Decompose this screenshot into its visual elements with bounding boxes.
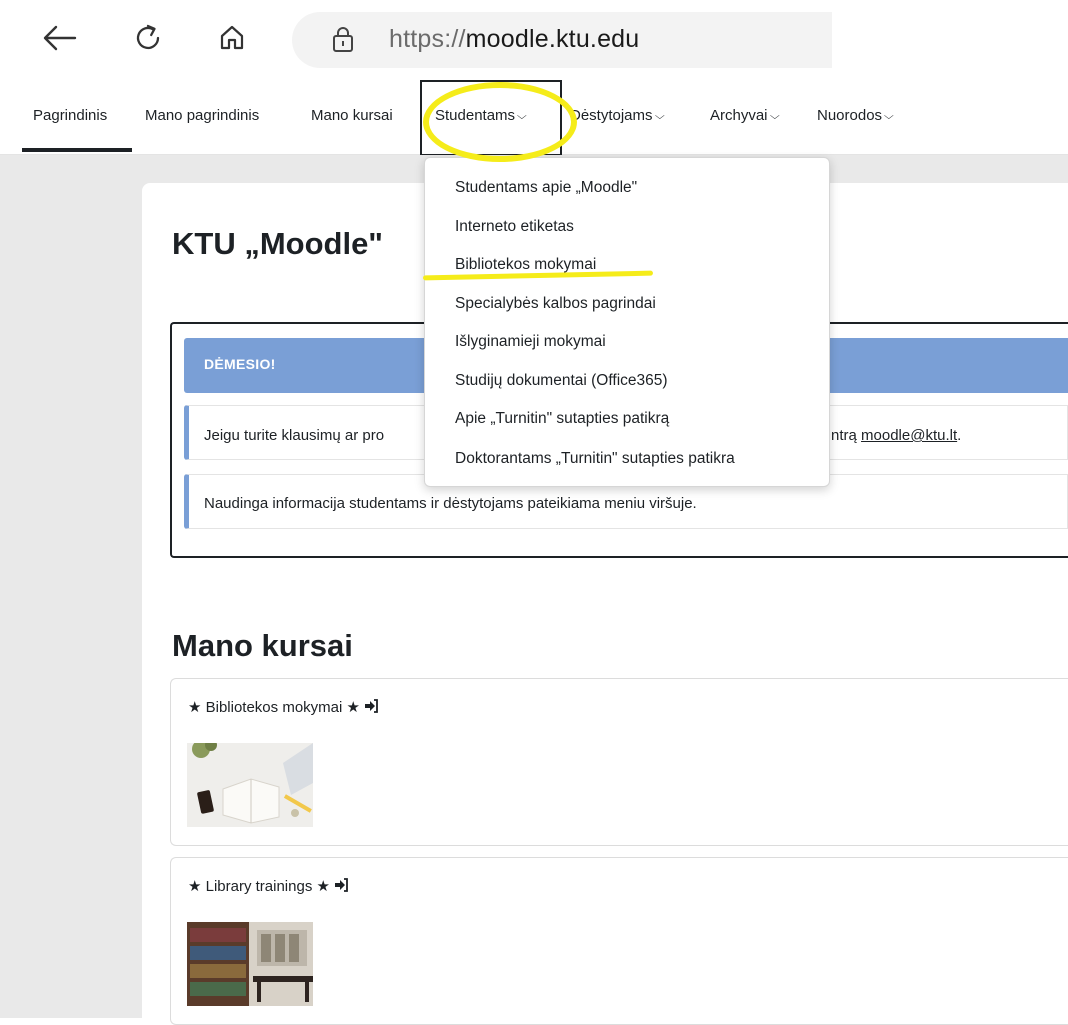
nav-item-label: Studentams xyxy=(435,107,516,124)
home-icon xyxy=(220,25,244,50)
enrol-icon[interactable] xyxy=(334,878,349,895)
dropdown-item-islyginamieji-mokymai[interactable]: Išlyginamieji mokymai xyxy=(455,332,606,352)
courses-heading: Mano kursai xyxy=(172,628,353,663)
lock-icon xyxy=(333,27,353,52)
chevron-down-icon: ⌵ xyxy=(883,111,894,122)
url-protocol: https:// xyxy=(389,25,466,53)
dropdown-item-specialybes-kalbos-pagrindai[interactable]: Specialybės kalbos pagrindai xyxy=(455,294,656,314)
reload-button[interactable] xyxy=(128,18,168,58)
email-link[interactable]: moodle@ktu.lt xyxy=(861,427,957,444)
dropdown-item-bibliotekos-mokymai[interactable]: Bibliotekos mokymai xyxy=(455,255,596,275)
course-title: ★ Library trainings ★ xyxy=(188,878,330,895)
notice-message-text: Naudinga informacija studentams ir dėsty… xyxy=(204,495,697,512)
url-host: moodle.ktu.edu xyxy=(465,25,640,53)
nav-item-label: Mano pagrindinis xyxy=(145,107,260,124)
browser-toolbar: https://moodle.ktu.edu xyxy=(0,0,832,72)
course-title: ★ Bibliotekos mokymai ★ xyxy=(188,699,360,716)
nav-item-label: Pagrindinis xyxy=(33,107,108,124)
address-bar[interactable]: https://moodle.ktu.edu xyxy=(292,12,832,68)
reload-icon xyxy=(136,24,160,50)
dropdown-item-studiju-dokumentai[interactable]: Studijų dokumentai (Office365) xyxy=(455,371,668,391)
dropdown-item-doktorantams-turnitin[interactable]: Doktorantams „Turnitin" sutapties patikr… xyxy=(455,449,735,469)
library-image xyxy=(187,922,313,1006)
notice-message-text-end: ntrą moodle@ktu.lt. xyxy=(831,426,961,446)
nav-item-mano-kursai[interactable]: Mano kursai xyxy=(311,106,393,126)
nav-item-label: Dėstytojams xyxy=(570,107,653,124)
dropdown-item-apie-turnitin[interactable]: Apie „Turnitin" sutapties patikrą xyxy=(455,409,669,429)
notice-message-period: . xyxy=(957,427,962,444)
course-title-link[interactable]: ★ Library trainings ★ xyxy=(188,877,349,897)
nav-item-label: Archyvai xyxy=(710,107,768,124)
course-image[interactable] xyxy=(187,743,313,827)
home-button[interactable] xyxy=(212,18,252,58)
page-title: KTU „Moodle" xyxy=(172,226,384,261)
nav-item-studentams[interactable]: Studentams ⌵ xyxy=(435,106,527,128)
notice-message-text-start: Jeigu turite klausimų ar pro xyxy=(204,427,385,444)
chevron-down-icon: ⌵ xyxy=(769,111,780,122)
desk-book-image xyxy=(187,743,313,827)
chevron-down-icon: ⌵ xyxy=(654,111,665,122)
nav-item-pagrindinis[interactable]: Pagrindinis xyxy=(33,106,107,126)
back-button[interactable] xyxy=(40,18,80,58)
course-image[interactable] xyxy=(187,922,313,1006)
course-title-link[interactable]: ★ Bibliotekos mokymai ★ xyxy=(188,698,379,718)
enrol-icon[interactable] xyxy=(364,699,379,716)
nav-item-label: Mano kursai xyxy=(311,107,393,124)
back-arrow-icon xyxy=(43,25,77,51)
nav-item-label: Nuorodos xyxy=(817,107,883,124)
studentams-dropdown-menu xyxy=(424,157,830,487)
active-nav-indicator xyxy=(22,148,132,152)
nav-item-destytojams[interactable]: Dėstytojams ⌵ xyxy=(570,106,665,128)
nav-item-mano-pagrindinis[interactable]: Mano pagrindinis xyxy=(145,106,259,126)
url-text[interactable]: https://moodle.ktu.edu xyxy=(389,24,639,54)
nav-item-archyvai[interactable]: Archyvai ⌵ xyxy=(710,106,780,128)
notice-header-text: DĖMESIO! xyxy=(204,356,276,372)
dropdown-item-interneto-etiketas[interactable]: Interneto etiketas xyxy=(455,217,574,237)
notice-message-fragment: ntrą xyxy=(831,427,857,444)
chevron-down-icon: ⌵ xyxy=(516,111,527,122)
nav-item-nuorodos[interactable]: Nuorodos ⌵ xyxy=(817,106,894,128)
dropdown-item-studentams-apie-moodle[interactable]: Studentams apie „Moodle" xyxy=(455,178,637,198)
